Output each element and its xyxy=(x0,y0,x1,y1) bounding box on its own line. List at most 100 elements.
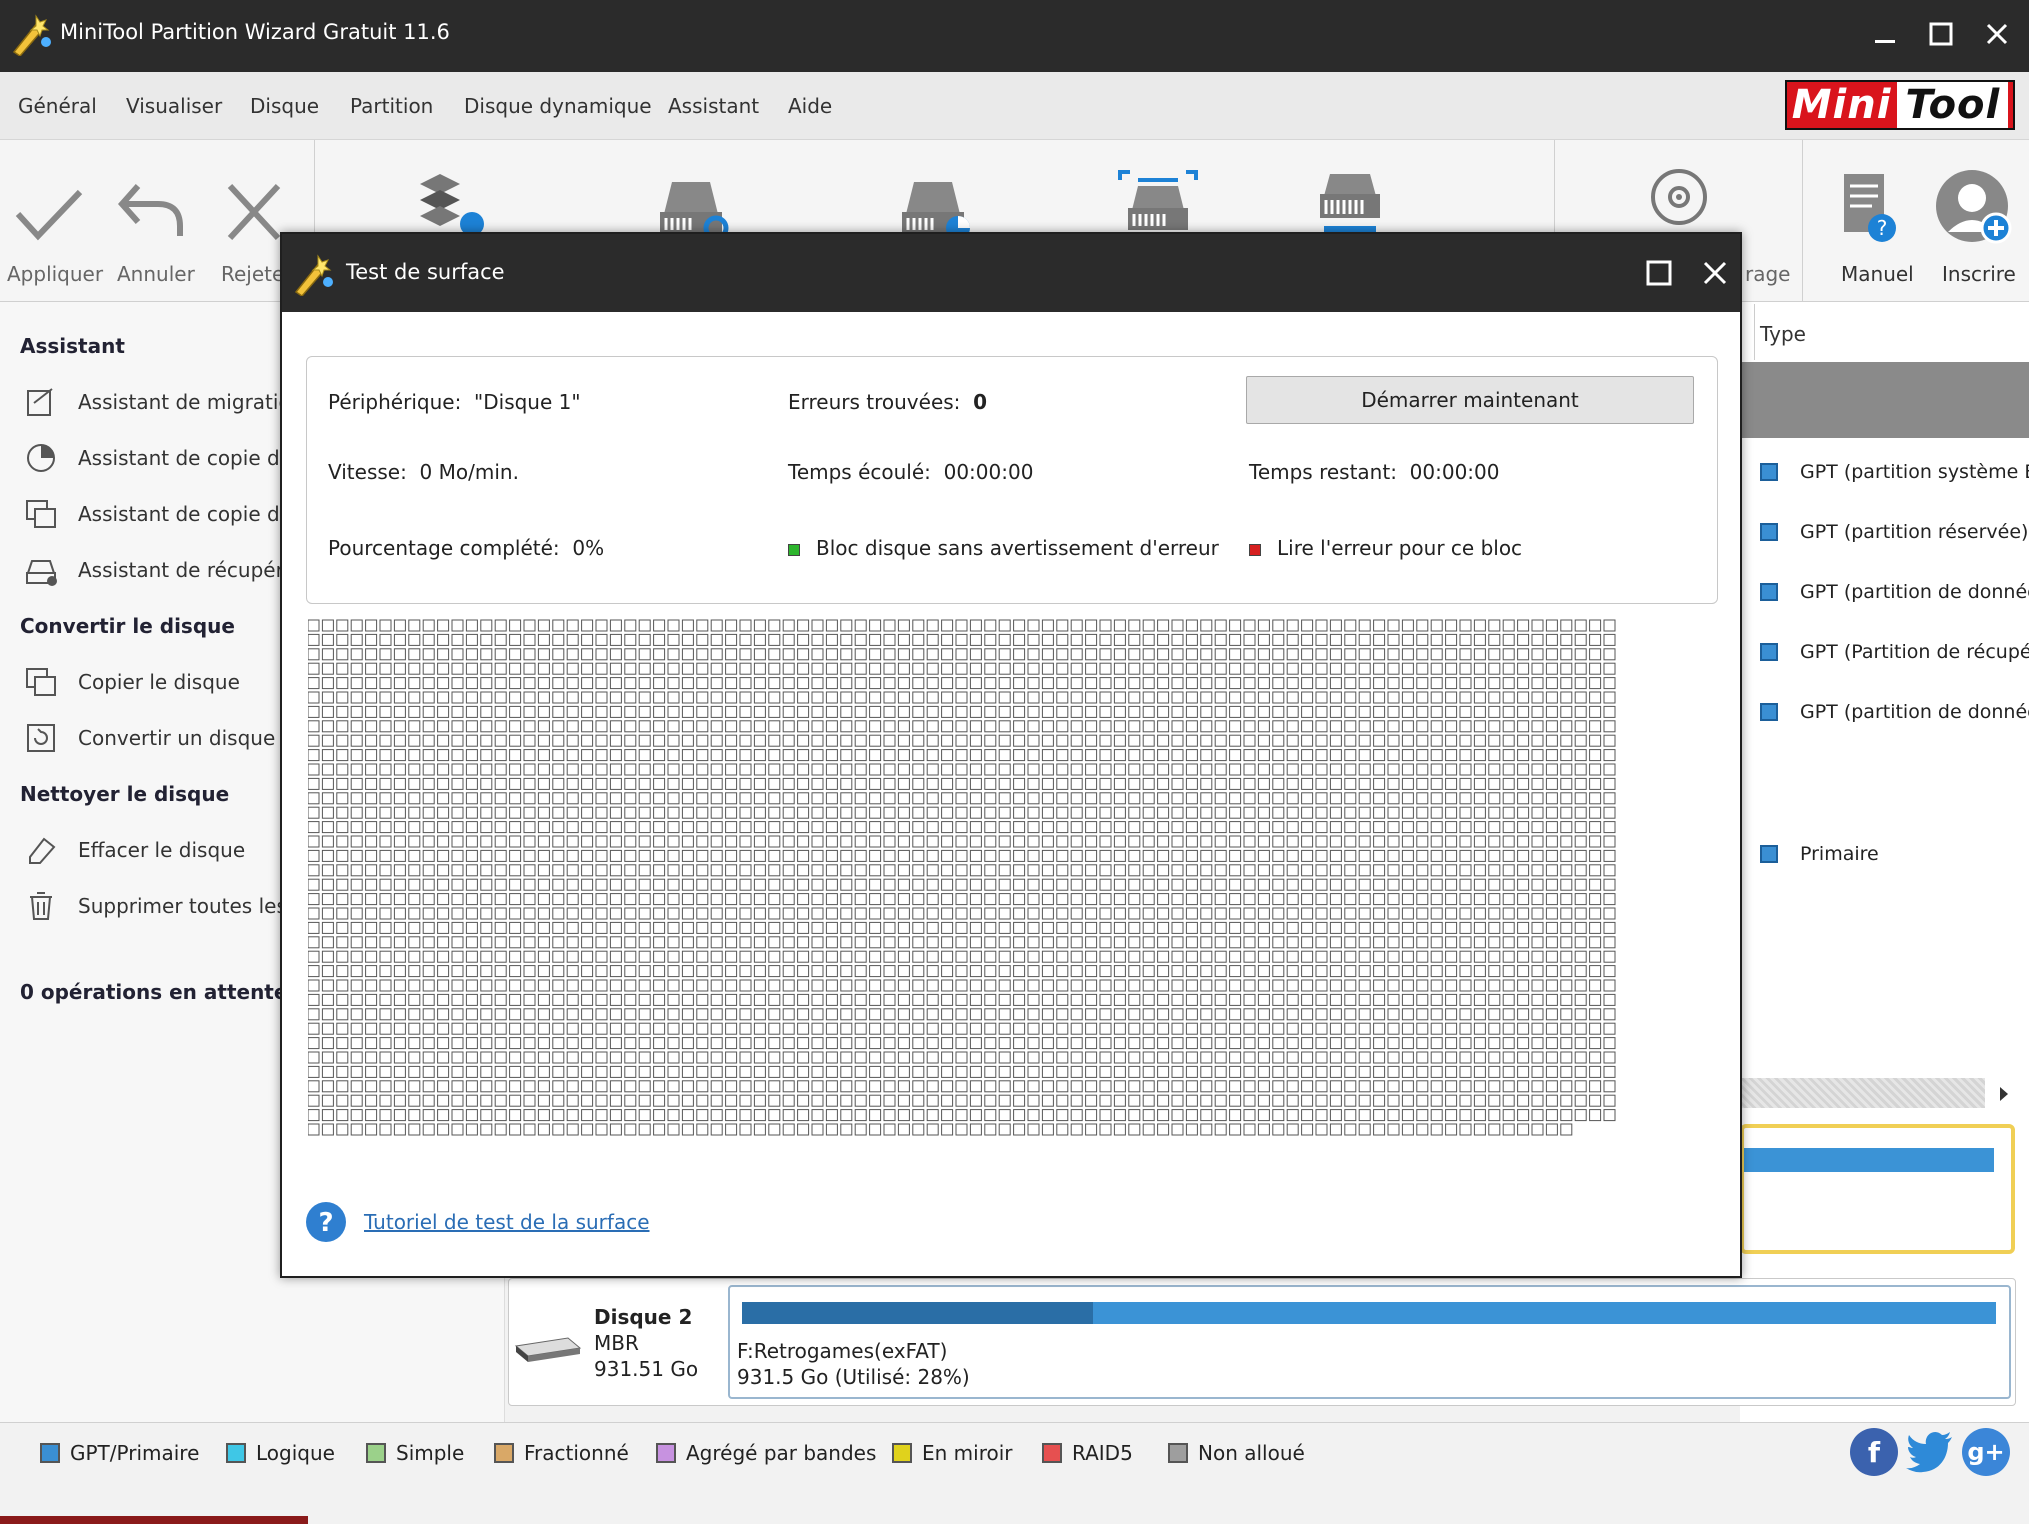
hard-drive-icon xyxy=(514,1337,582,1362)
copy-partition-icon[interactable] xyxy=(654,174,734,240)
disk2-scheme: MBR xyxy=(594,1331,639,1355)
partition-recovery-icon[interactable] xyxy=(1310,170,1390,240)
sidebar-item-delete-all-partitions[interactable]: Supprimer toutes les pa xyxy=(24,886,318,926)
trash-icon xyxy=(30,892,52,920)
section-title-clean-disk: Nettoyer le disque xyxy=(20,782,230,806)
partition-type-row[interactable]: GPT (partition réservée) xyxy=(1760,514,2028,550)
elapsed-time-value: 00:00:00 xyxy=(943,460,1034,484)
menu-view[interactable]: Visualiser xyxy=(126,94,222,118)
disk-benchmark-icon[interactable] xyxy=(896,174,976,240)
disk1-map-selected[interactable] xyxy=(1740,1124,2015,1254)
svg-text:?: ? xyxy=(318,1208,333,1238)
apply-button[interactable]: Appliquer xyxy=(7,262,103,286)
section-title-convert-disk: Convertir le disque xyxy=(20,614,235,638)
checkmark-icon[interactable] xyxy=(14,184,84,244)
sidebar-item-convert-gpt[interactable]: Convertir un disque GP xyxy=(24,718,309,758)
disk2-info: Disque 2 MBR 931.51 Go xyxy=(594,1304,698,1382)
horizontal-scrollbar[interactable] xyxy=(1740,1078,1985,1108)
copy-disk-icon xyxy=(26,668,56,696)
help-icon[interactable]: ? xyxy=(304,1200,348,1244)
register-user-icon[interactable] xyxy=(1934,168,2014,248)
menu-bar: Général Visualiser Disque Partition Disq… xyxy=(0,72,2029,140)
dialog-close-icon[interactable] xyxy=(1702,260,1728,286)
sidebar-item-wipe-disk[interactable]: Effacer le disque xyxy=(24,830,245,870)
red-block-icon xyxy=(1249,543,1261,556)
percent-complete-value: 0% xyxy=(572,536,605,560)
remaining-time-value: 00:00:00 xyxy=(1409,460,1500,484)
minimize-button[interactable] xyxy=(1862,14,1908,54)
partition-type-row[interactable]: GPT (partition système EI xyxy=(1760,454,2029,490)
google-plus-icon[interactable]: g+ xyxy=(1962,1428,2010,1476)
manual-icon[interactable]: ? xyxy=(1838,170,1900,248)
partition-type-row[interactable]: Primaire xyxy=(1760,836,1879,872)
remaining-time-field: Temps restant: 00:00:00 xyxy=(1249,460,1500,484)
copy-disk-icon xyxy=(26,500,56,528)
menu-general[interactable]: Général xyxy=(18,94,97,118)
recovery-icon xyxy=(26,560,57,586)
device-field: Périphérique: "Disque 1" xyxy=(328,390,581,414)
sidebar-item-copy-disk[interactable]: Copier le disque xyxy=(24,662,240,702)
sidebar-item-disk-copy-assistant[interactable]: Assistant de copie de d xyxy=(24,494,311,534)
eraser-icon xyxy=(29,837,56,864)
menu-help[interactable]: Aide xyxy=(788,94,832,118)
disk2-used-fill xyxy=(742,1302,1094,1324)
partition-type-row[interactable]: GPT (partition de donnée xyxy=(1760,574,2029,610)
disk2-size: 931.51 Go xyxy=(594,1357,699,1381)
migration-icon xyxy=(27,388,53,416)
close-icon xyxy=(1986,23,2008,45)
legend-simple: Simple xyxy=(366,1438,464,1468)
discard-button[interactable]: Rejete xyxy=(221,262,284,286)
menu-disk[interactable]: Disque xyxy=(250,94,319,118)
twitter-icon[interactable] xyxy=(1906,1428,1954,1476)
legend-error-block: Lire l'erreur pour ce bloc xyxy=(1249,536,1522,560)
convert-icon xyxy=(27,724,55,752)
partition-type-row[interactable]: GPT (partition de donnée xyxy=(1760,694,2029,730)
menu-wizard[interactable]: Assistant xyxy=(668,94,759,118)
maximize-button[interactable] xyxy=(1918,14,1964,54)
scroll-right-arrow-icon[interactable] xyxy=(1996,1084,2012,1104)
disk2-partition-label: F:Retrogames(exFAT) xyxy=(737,1339,948,1363)
sidebar-item-recovery-assistant[interactable]: Assistant de récupératio xyxy=(24,550,322,590)
minimize-icon xyxy=(1875,40,1895,43)
legend-mirrored: En miroir xyxy=(892,1438,1013,1468)
title-bar: MiniTool Partition Wizard Gratuit 11.6 xyxy=(0,0,2029,72)
register-button[interactable]: Inscrire xyxy=(1942,262,2016,286)
minitool-logo: Mini Tool xyxy=(1785,80,2015,130)
undo-button[interactable]: Annuler xyxy=(117,262,195,286)
space-analyzer-icon[interactable] xyxy=(1118,170,1198,240)
disk2-name: Disque 2 xyxy=(594,1305,693,1329)
disk-row-selected[interactable] xyxy=(1740,362,2029,438)
legend-logical: Logique xyxy=(226,1438,335,1468)
column-header-type[interactable]: Type xyxy=(1754,304,2029,360)
surface-test-tutorial-link[interactable]: Tutoriel de test de la surface xyxy=(364,1210,650,1234)
dialog-maximize-icon[interactable] xyxy=(1646,260,1672,286)
device-value: "Disque 1" xyxy=(474,390,581,414)
svg-text:?: ? xyxy=(1877,216,1888,240)
partition-type-row[interactable]: GPT (Partition de récupér xyxy=(1760,634,2029,670)
close-button[interactable] xyxy=(1974,14,2020,54)
surface-block-grid xyxy=(308,619,1616,1136)
discard-icon[interactable] xyxy=(224,180,284,244)
manual-button[interactable]: Manuel xyxy=(1841,262,1914,286)
disk2-partition-usage: 931.5 Go (Utilisé: 28%) xyxy=(737,1365,970,1389)
start-now-button[interactable]: Démarrer maintenant xyxy=(1246,376,1694,424)
speed-field: Vitesse: 0 Mo/min. xyxy=(328,460,519,484)
bootable-media-icon[interactable] xyxy=(1648,166,1710,228)
menu-partition[interactable]: Partition xyxy=(350,94,433,118)
percent-complete-field: Pourcentage complété: 0% xyxy=(328,536,605,560)
section-title-assistant: Assistant xyxy=(20,334,125,358)
minitool-wizard-icon xyxy=(12,14,51,56)
app-window: MiniTool Partition Wizard Gratuit 11.6 G… xyxy=(0,0,2029,1524)
status-strip xyxy=(0,1516,308,1524)
bootable-media-button-partial[interactable]: rage xyxy=(1745,262,1790,286)
menu-dynamic-disk[interactable]: Disque dynamique xyxy=(464,94,652,118)
undo-icon[interactable] xyxy=(118,180,188,244)
legend-gpt-primary: GPT/Primaire xyxy=(40,1438,199,1468)
legend-unallocated: Non alloué xyxy=(1168,1438,1305,1468)
migrate-os-icon[interactable] xyxy=(410,170,490,240)
legend-ok-block: Bloc disque sans avertissement d'erreur xyxy=(788,536,1219,560)
errors-value: 0 xyxy=(973,390,988,414)
sidebar-item-migration-assistant[interactable]: Assistant de migration xyxy=(24,382,303,422)
facebook-icon[interactable]: f xyxy=(1850,1428,1898,1476)
sidebar-item-partition-copy-assistant[interactable]: Assistant de copie de p xyxy=(24,438,311,478)
